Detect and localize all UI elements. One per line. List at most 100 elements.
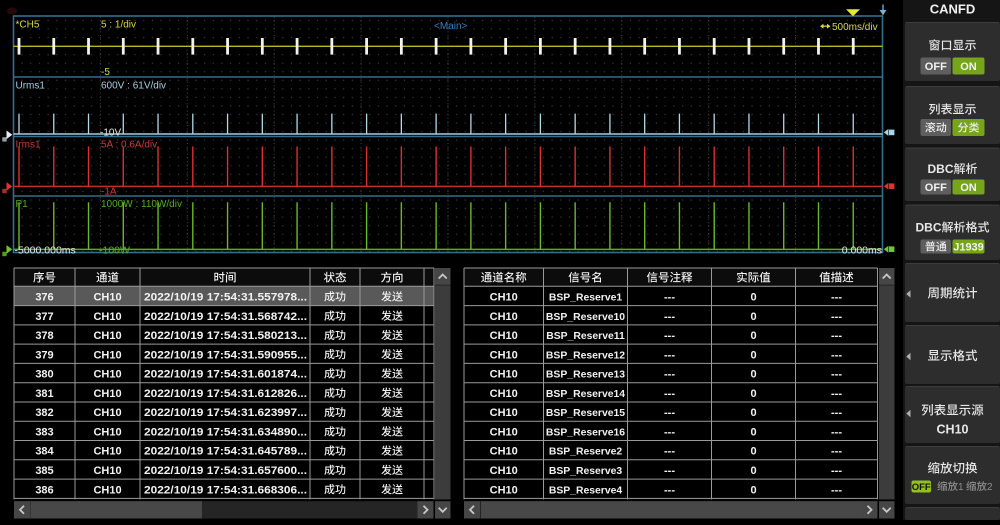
svg-text:DBC: DBC: [916, 221, 942, 235]
svg-text:---: ---: [831, 407, 842, 419]
svg-text:-5: -5: [101, 67, 110, 78]
svg-text:CH10: CH10: [490, 311, 518, 323]
svg-text:---: ---: [831, 484, 842, 496]
svg-text:CH10: CH10: [93, 369, 121, 381]
svg-text:380: 380: [35, 369, 53, 381]
svg-text:---: ---: [664, 292, 675, 304]
svg-text:2022/10/19 17:54:31.580213...: 2022/10/19 17:54:31.580213...: [144, 330, 307, 342]
svg-text:---: ---: [831, 330, 842, 342]
svg-text:-1A: -1A: [101, 187, 117, 198]
svg-text:BSP_Reserve16: BSP_Reserve16: [546, 428, 625, 439]
svg-text:---: ---: [664, 369, 675, 381]
svg-text:BSP_Reserve14: BSP_Reserve14: [546, 389, 625, 400]
svg-text:CH10: CH10: [93, 465, 121, 477]
svg-text:BSP_Reserve12: BSP_Reserve12: [546, 350, 625, 361]
svg-text:2022/10/19 17:54:31.590955...: 2022/10/19 17:54:31.590955...: [144, 349, 307, 361]
svg-text:J1939: J1939: [953, 242, 984, 254]
svg-text:600V : 61V/div: 600V : 61V/div: [101, 81, 166, 92]
svg-text:---: ---: [664, 446, 675, 458]
svg-text:BSP_Reserve1: BSP_Reserve1: [549, 293, 623, 304]
svg-text:---: ---: [664, 407, 675, 419]
svg-text:---: ---: [664, 349, 675, 361]
svg-text:CH10: CH10: [490, 446, 518, 458]
svg-text:CANFD: CANFD: [930, 2, 976, 17]
svg-text:CH10: CH10: [490, 388, 518, 400]
svg-text:Urms1: Urms1: [16, 81, 46, 92]
svg-text:---: ---: [831, 292, 842, 304]
svg-text:Irms1: Irms1: [16, 140, 41, 151]
svg-text:0: 0: [750, 349, 756, 361]
svg-text:BSP_Reserve11: BSP_Reserve11: [546, 331, 625, 342]
svg-text:OFF: OFF: [925, 182, 947, 194]
svg-text:CH10: CH10: [490, 484, 518, 496]
svg-text:BSP_Reserve10: BSP_Reserve10: [546, 312, 625, 323]
svg-text:379: 379: [35, 349, 53, 361]
svg-text:CH10: CH10: [490, 349, 518, 361]
svg-text:0.000ms: 0.000ms: [842, 245, 882, 257]
svg-text:---: ---: [831, 465, 842, 477]
svg-text:378: 378: [35, 330, 53, 342]
svg-text:0: 0: [750, 484, 756, 496]
svg-text:---: ---: [831, 427, 842, 439]
svg-text:2022/10/19 17:54:31.645789...: 2022/10/19 17:54:31.645789...: [144, 446, 307, 458]
svg-text:385: 385: [35, 465, 53, 477]
svg-text:<Main>: <Main>: [434, 21, 468, 32]
svg-text:CH10: CH10: [93, 349, 121, 361]
svg-text:-100W: -100W: [99, 245, 130, 257]
svg-text:CH10: CH10: [93, 407, 121, 419]
svg-text:0: 0: [750, 446, 756, 458]
svg-text:2022/10/19 17:54:31.568742...: 2022/10/19 17:54:31.568742...: [144, 311, 307, 323]
svg-text:0: 0: [750, 388, 756, 400]
svg-text:---: ---: [664, 311, 675, 323]
svg-text:CH10: CH10: [490, 407, 518, 419]
svg-text:0: 0: [750, 369, 756, 381]
svg-text:376: 376: [35, 292, 53, 304]
svg-text:2022/10/19 17:54:31.668306...: 2022/10/19 17:54:31.668306...: [144, 484, 307, 496]
svg-text:0: 0: [750, 330, 756, 342]
svg-text:---: ---: [664, 427, 675, 439]
svg-text:381: 381: [35, 388, 53, 400]
svg-text:CH10: CH10: [490, 292, 518, 304]
svg-text:CH10: CH10: [490, 330, 518, 342]
svg-text:P1: P1: [16, 199, 29, 210]
svg-text:BSP_Reserve3: BSP_Reserve3: [549, 466, 623, 477]
svg-text:0: 0: [750, 292, 756, 304]
svg-text:CH10: CH10: [490, 369, 518, 381]
svg-text:---: ---: [831, 369, 842, 381]
svg-text:OFF: OFF: [912, 482, 931, 493]
svg-text:5A : 0.6A/div: 5A : 0.6A/div: [101, 140, 157, 151]
svg-text:384: 384: [35, 446, 54, 458]
svg-text:0: 0: [750, 465, 756, 477]
svg-text:---: ---: [831, 388, 842, 400]
svg-text:CH10: CH10: [93, 292, 121, 304]
svg-text:ON: ON: [960, 182, 977, 194]
svg-text:-10V: -10V: [100, 127, 121, 138]
svg-text:2: 2: [987, 482, 993, 493]
svg-text:386: 386: [35, 484, 53, 496]
svg-text:DBC: DBC: [928, 162, 954, 176]
svg-text:*CH5: *CH5: [16, 20, 40, 31]
svg-text:2022/10/19 17:54:31.557978...: 2022/10/19 17:54:31.557978...: [144, 292, 307, 304]
svg-text:CH10: CH10: [93, 427, 121, 439]
svg-text:382: 382: [35, 407, 53, 419]
svg-text:2022/10/19 17:54:31.612826...: 2022/10/19 17:54:31.612826...: [144, 388, 307, 400]
svg-text:ON: ON: [960, 61, 977, 73]
svg-text:CH10: CH10: [937, 423, 969, 437]
svg-text:2022/10/19 17:54:31.601874...: 2022/10/19 17:54:31.601874...: [144, 369, 307, 381]
svg-text:BSP_Reserve15: BSP_Reserve15: [546, 408, 625, 419]
svg-text:---: ---: [831, 311, 842, 323]
svg-text:377: 377: [35, 311, 53, 323]
svg-text:BSP_Reserve2: BSP_Reserve2: [549, 447, 623, 458]
svg-text:CH10: CH10: [490, 427, 518, 439]
svg-text:CH10: CH10: [93, 330, 121, 342]
svg-text:---: ---: [831, 446, 842, 458]
svg-text:CH10: CH10: [93, 484, 121, 496]
svg-text:2022/10/19 17:54:31.634890...: 2022/10/19 17:54:31.634890...: [144, 427, 307, 439]
svg-text:---: ---: [664, 484, 675, 496]
svg-text:BSP_Reserve4: BSP_Reserve4: [549, 485, 623, 496]
svg-text:---: ---: [664, 330, 675, 342]
svg-text:383: 383: [35, 427, 53, 439]
svg-text:---: ---: [664, 388, 675, 400]
svg-text:2022/10/19 17:54:31.623997...: 2022/10/19 17:54:31.623997...: [144, 407, 307, 419]
svg-text:BSP_Reserve13: BSP_Reserve13: [546, 370, 625, 381]
